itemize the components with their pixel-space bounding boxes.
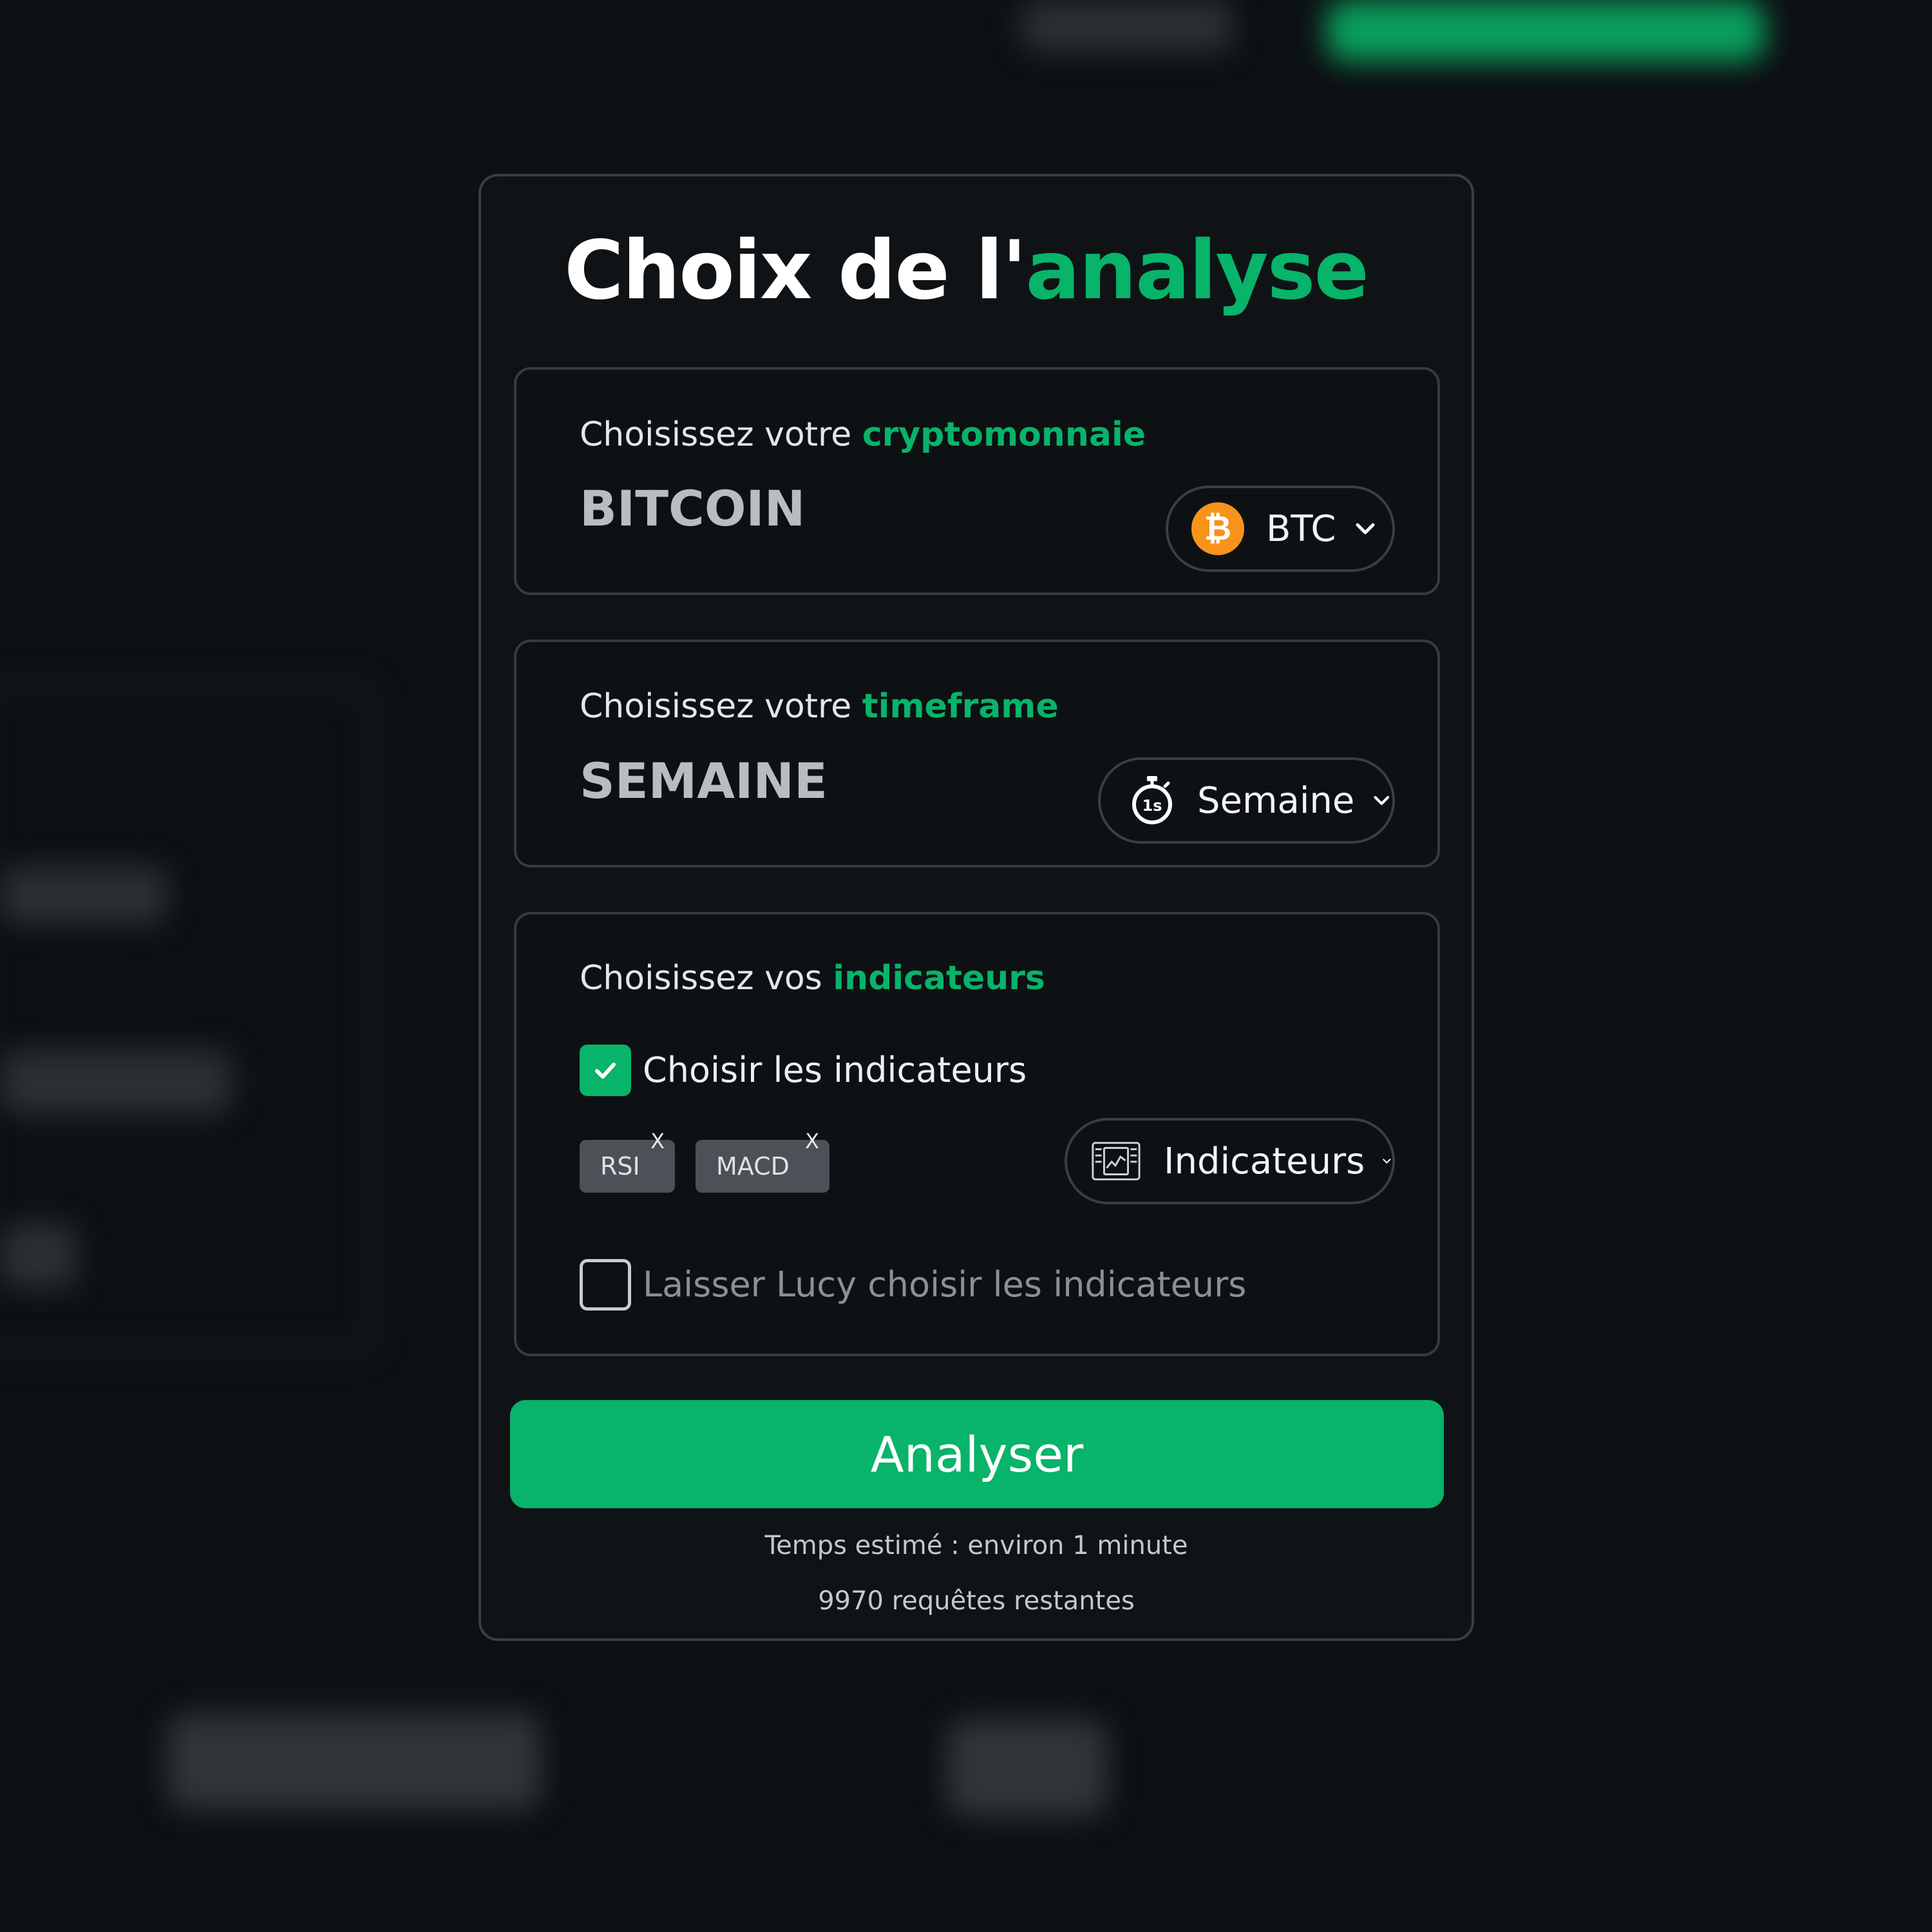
background-blurred-text	[0, 866, 167, 924]
indicators-label: Choisissez vos indicateurs	[580, 956, 1045, 1001]
choose-indicators-label[interactable]: Choisir les indicateurs	[643, 1048, 1027, 1093]
background-blurred-text	[0, 1050, 232, 1114]
analyse-button[interactable]: Analyser	[510, 1400, 1444, 1508]
indicator-chip-macd: MACD X	[696, 1129, 829, 1193]
indicators-label-accent: indicateurs	[833, 959, 1045, 998]
chevron-down-icon	[1374, 796, 1390, 805]
stopwatch-icon-text: 1s	[1142, 797, 1162, 815]
background-blurred-text	[947, 1719, 1108, 1816]
background-blurred-button	[1021, 0, 1233, 52]
chart-dashboard-icon	[1090, 1135, 1142, 1187]
timeframe-value: SEMAINE	[580, 752, 828, 810]
timeframe-label: Choisissez votre timeframe	[580, 684, 1059, 729]
title-prefix: Choix de l'	[564, 223, 1027, 317]
indicator-chip-label: MACD	[716, 1152, 790, 1180]
background-blurred-text	[167, 1713, 541, 1810]
chevron-down-icon	[1383, 1159, 1391, 1164]
crypto-value: BITCOIN	[580, 480, 806, 537]
crypto-label-prefix: Choisissez votre	[580, 415, 862, 454]
indicators-select-value: Indicateurs	[1164, 1140, 1365, 1182]
choose-indicators-checkbox[interactable]	[580, 1045, 631, 1096]
crypto-label-accent: cryptomonnaie	[862, 415, 1146, 454]
chevron-down-icon	[1356, 523, 1375, 535]
background-blurred-cta	[1327, 0, 1765, 61]
indicator-chip-label: RSI	[600, 1152, 640, 1180]
indicators-label-prefix: Choisissez vos	[580, 959, 833, 998]
timeframe-label-accent: timeframe	[862, 687, 1059, 726]
remove-chip-icon[interactable]: X	[650, 1128, 665, 1154]
crypto-select[interactable]: ₿ BTC	[1166, 486, 1395, 572]
title-accent: analyse	[1025, 223, 1369, 317]
remaining-requests-text: 9970 requêtes restantes	[818, 1586, 1135, 1616]
background-blurred-text	[0, 1224, 77, 1288]
crypto-select-value: BTC	[1266, 507, 1336, 550]
remove-chip-icon[interactable]: X	[805, 1128, 819, 1154]
lucy-choose-indicators-label[interactable]: Laisser Lucy choisir les indicateurs	[643, 1262, 1246, 1307]
indicator-chip-rsi: RSI X	[580, 1129, 675, 1193]
checkmark-icon	[595, 1063, 616, 1079]
timeframe-select-value: Semaine	[1197, 779, 1355, 822]
stopwatch-icon: 1s	[1129, 775, 1175, 826]
indicators-select[interactable]: Indicateurs	[1065, 1118, 1395, 1204]
timeframe-label-prefix: Choisissez votre	[580, 687, 862, 726]
bitcoin-icon: ₿	[1191, 502, 1244, 555]
lucy-choose-indicators-checkbox[interactable]	[580, 1259, 631, 1311]
crypto-label: Choisissez votre cryptomonnaie	[580, 412, 1146, 457]
page-title: Choix de l'analyse	[0, 219, 1932, 322]
timeframe-select[interactable]: 1s Semaine	[1098, 757, 1395, 844]
estimated-time-text: Temps estimé : environ 1 minute	[764, 1531, 1188, 1560]
